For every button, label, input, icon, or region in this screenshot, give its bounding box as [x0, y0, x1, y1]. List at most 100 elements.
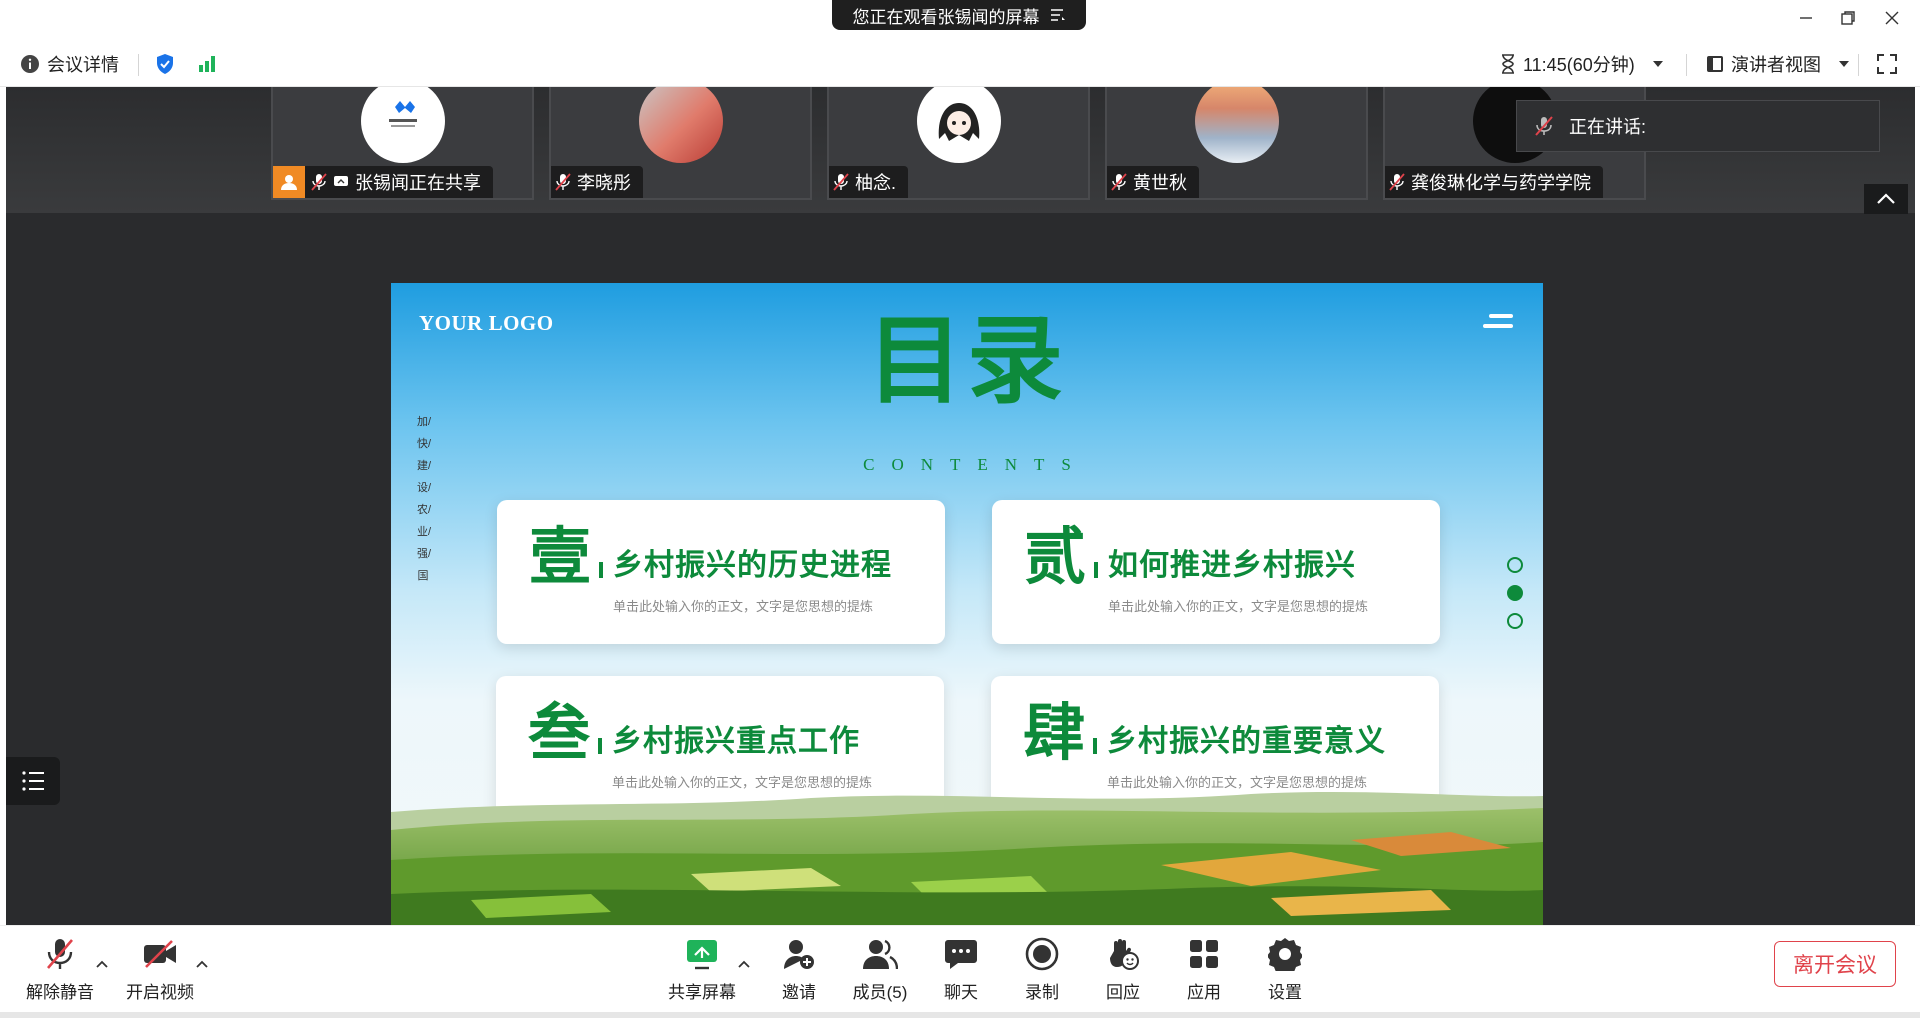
security-shield-icon[interactable]	[155, 41, 175, 87]
participant-name: 黄世秋	[1133, 173, 1187, 193]
toc-number: 肆	[1023, 696, 1086, 769]
toc-title: 乡村振兴重点工作	[612, 724, 860, 759]
members-button[interactable]: 成员(5)	[840, 934, 920, 1004]
toc-description: 单击此处输入你的正文，文字是您思想的提炼	[612, 775, 873, 790]
presenter-view-icon	[1706, 55, 1724, 73]
mic-muted-icon	[1111, 173, 1127, 191]
mic-muted-icon	[833, 173, 849, 191]
countryside-landscape-image	[391, 792, 1543, 925]
participant-name-bar: 黄世秋	[1107, 166, 1199, 198]
settings-button[interactable]: 设置	[1245, 934, 1325, 1004]
participant-tile[interactable]: 张锡闻正在共享	[271, 87, 534, 200]
toc-divider	[1093, 738, 1097, 754]
toc-title: 乡村振兴的重要意义	[1107, 724, 1386, 759]
participant-name: 龚俊琳化学与药学学院	[1411, 173, 1591, 193]
divider	[1858, 54, 1859, 76]
leave-meeting-button[interactable]: 离开会议	[1774, 941, 1896, 987]
chevron-up-icon	[1876, 193, 1896, 205]
apps-button[interactable]: 应用	[1164, 934, 1244, 1004]
meeting-timer[interactable]: 11:45(60分钟)	[1500, 41, 1664, 87]
slide-subtitle: CONTENTS	[863, 455, 1088, 474]
toc-description: 单击此处输入你的正文，文字是您思想的提炼	[613, 599, 874, 614]
meeting-details-button[interactable]: 会议详情	[20, 41, 119, 87]
close-button[interactable]	[1878, 4, 1906, 32]
restore-button[interactable]	[1834, 4, 1862, 32]
toc-description: 单击此处输入你的正文，文字是您思想的提炼	[1107, 775, 1368, 790]
raise-hand-icon	[1103, 934, 1143, 974]
mic-muted-icon	[555, 173, 571, 191]
slide-title: 目录	[867, 304, 1067, 417]
shared-slide: YOUR LOGO 目录 CONTENTS 加/快/建/设/农/业/强/国 壹 …	[391, 283, 1543, 925]
participant-tile[interactable]: 李晓彤	[549, 87, 812, 200]
participant-name: 张锡闻正在共享	[355, 173, 481, 193]
page-dot	[1507, 557, 1523, 573]
toc-divider	[1094, 562, 1098, 578]
mic-muted-icon	[1533, 115, 1555, 137]
mic-muted-icon	[1389, 173, 1405, 191]
divider	[138, 54, 139, 76]
share-options-chevron-up-icon[interactable]	[736, 956, 752, 972]
members-icon	[860, 934, 900, 974]
screen-share-icon	[333, 175, 349, 189]
speaking-label: 正在讲话:	[1569, 117, 1647, 137]
window-bottom-edge	[0, 1012, 1920, 1018]
camera-off-icon	[140, 934, 180, 974]
record-icon	[1022, 934, 1062, 974]
react-label: 回应	[1106, 983, 1140, 1002]
speaking-indicator[interactable]: 正在讲话:	[1516, 100, 1880, 152]
toc-item: 贰 如何推进乡村振兴 单击此处输入你的正文，文字是您思想的提炼	[992, 500, 1440, 644]
participant-tile[interactable]: 黄世秋	[1105, 87, 1368, 200]
hourglass-icon	[1500, 54, 1516, 74]
toc-title: 乡村振兴的历史进程	[613, 548, 892, 583]
share-screen-button[interactable]: 共享屏幕	[662, 934, 742, 1004]
video-options-chevron-up-icon[interactable]	[194, 956, 210, 972]
participant-name-bar: 龚俊琳化学与药学学院	[1385, 166, 1603, 198]
fullscreen-button[interactable]	[1876, 41, 1898, 87]
record-button[interactable]: 录制	[1002, 934, 1082, 1004]
minimize-button[interactable]	[1792, 4, 1820, 32]
toc-divider	[599, 562, 603, 578]
share-banner-text: 您正在观看张锡闻的屏幕	[852, 7, 1040, 27]
invite-label: 邀请	[782, 983, 816, 1002]
collapse-strip-button[interactable]	[1864, 184, 1908, 214]
participant-name-bar: 张锡闻正在共享	[273, 166, 493, 198]
unmute-button[interactable]: 解除静音	[20, 934, 100, 1004]
agenda-list-button[interactable]	[6, 757, 60, 805]
view-mode-dropdown[interactable]: 演讲者视图	[1706, 41, 1850, 87]
chevron-down-icon	[1652, 60, 1664, 68]
toc-description: 单击此处输入你的正文，文字是您思想的提炼	[1108, 599, 1369, 614]
mic-muted-icon	[311, 173, 327, 191]
view-mode-label: 演讲者视图	[1731, 55, 1821, 75]
invite-button[interactable]: 邀请	[759, 934, 839, 1004]
chat-button[interactable]: 聊天	[921, 934, 1001, 1004]
meeting-details-label: 会议详情	[47, 55, 119, 75]
participant-tile[interactable]: 柚念.	[827, 87, 1090, 200]
meeting-toolbar: 解除静音 开启视频 共享屏幕 邀请 成员(5) 聊天 录制 回应 应用 设置 离…	[0, 925, 1920, 1018]
network-signal-icon[interactable]	[197, 41, 217, 87]
toc-number: 叁	[528, 696, 591, 769]
settings-label: 设置	[1268, 983, 1302, 1002]
avatar	[360, 87, 445, 163]
toc-number: 贰	[1024, 520, 1087, 593]
toc-number: 壹	[529, 520, 592, 593]
window-title-bar: 您正在观看张锡闻的屏幕	[0, 0, 1920, 41]
participant-name: 李晓彤	[577, 173, 631, 193]
list-menu-icon	[1050, 8, 1066, 22]
screen-share-banner[interactable]: 您正在观看张锡闻的屏幕	[832, 0, 1086, 30]
start-video-button[interactable]: 开启视频	[120, 934, 200, 1004]
participant-strip: 张锡闻正在共享 李晓彤 柚念. 黄世秋 龚俊琳化学与药学学院 正在讲话:	[6, 87, 1915, 213]
gear-icon	[1265, 934, 1305, 974]
slide-vertical-slogan: 加/快/建/设/农/业/强/国	[417, 416, 432, 582]
participant-name-bar: 李晓彤	[551, 166, 643, 198]
members-label: 成员(5)	[852, 983, 908, 1002]
meeting-info-bar: 会议详情 11:45(60分钟) 演讲者视图	[0, 41, 1920, 87]
share-screen-icon	[682, 934, 722, 974]
toc-item: 壹 乡村振兴的历史进程 单击此处输入你的正文，文字是您思想的提炼	[497, 500, 945, 644]
audio-options-chevron-up-icon[interactable]	[94, 956, 110, 972]
list-icon	[21, 770, 45, 792]
avatar	[1194, 87, 1279, 163]
info-icon	[20, 54, 40, 74]
record-label: 录制	[1025, 983, 1059, 1002]
react-button[interactable]: 回应	[1083, 934, 1163, 1004]
chat-bubble-icon	[941, 934, 981, 974]
